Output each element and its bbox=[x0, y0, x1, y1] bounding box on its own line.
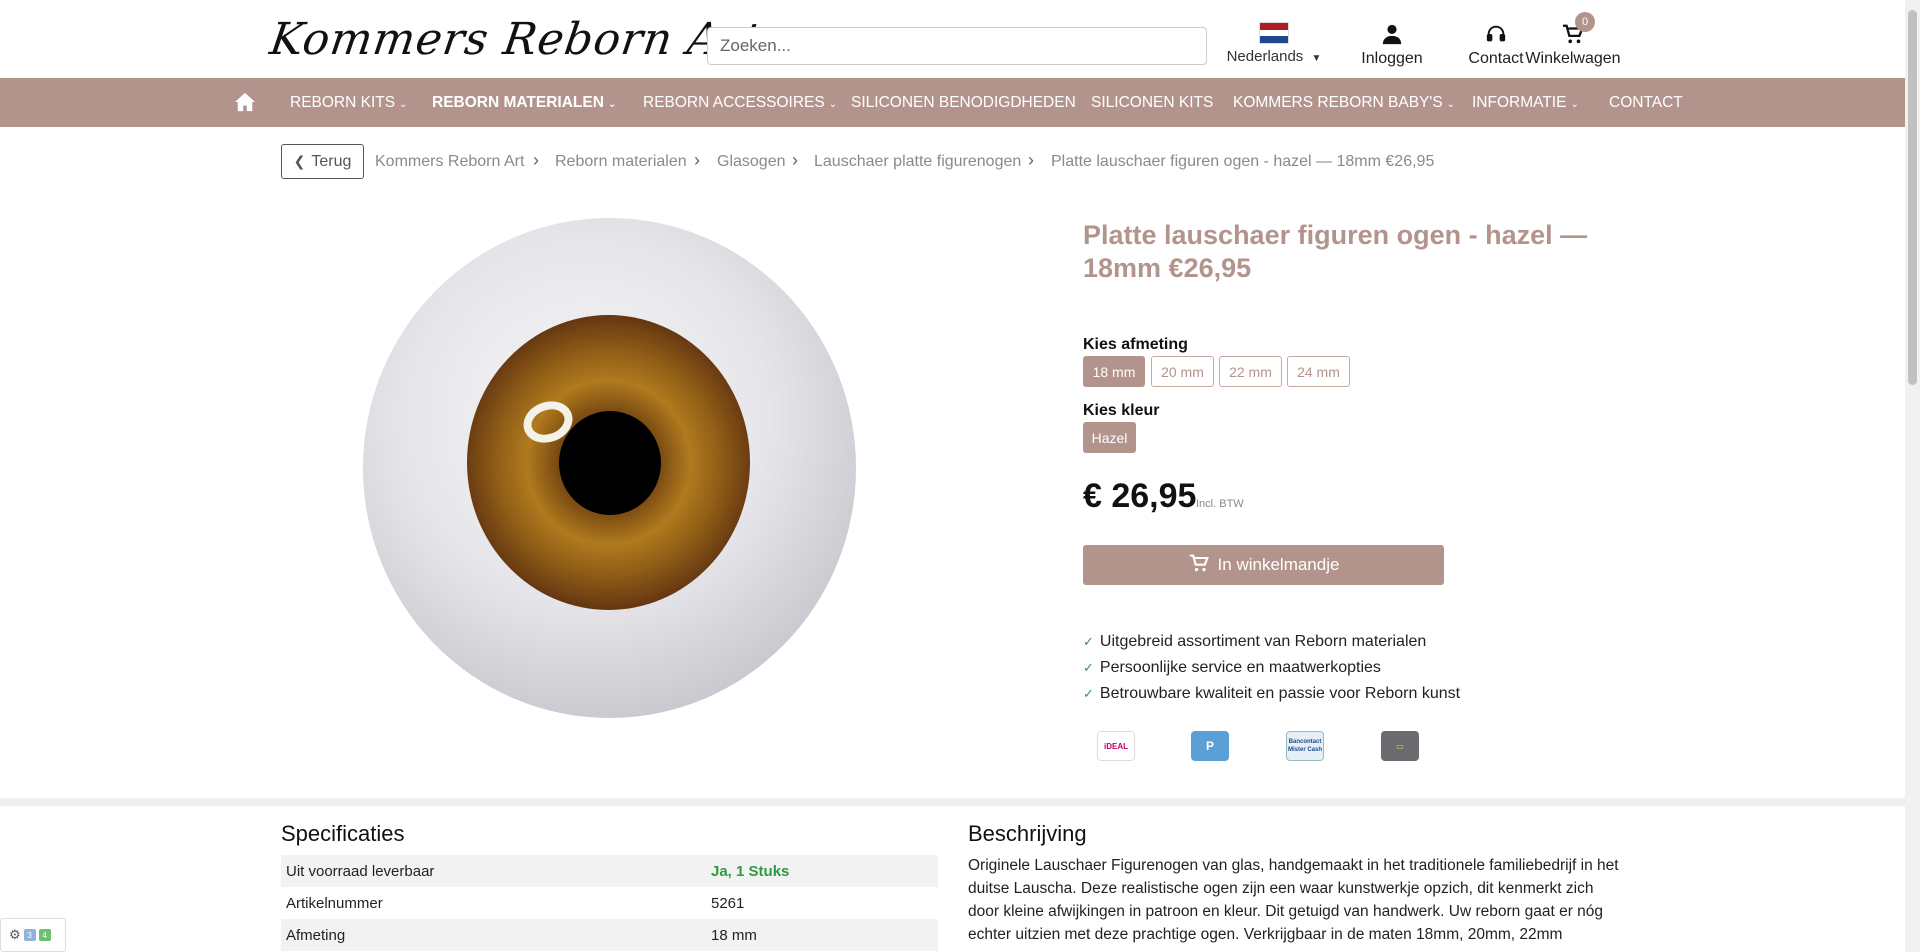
nav-item-label: REBORN ACCESSOIRES bbox=[643, 94, 825, 111]
product-image[interactable] bbox=[363, 218, 856, 718]
cart-count-badge: 0 bbox=[1575, 12, 1595, 32]
size-option-20mm[interactable]: 20 mm bbox=[1151, 356, 1214, 387]
chevron-right-icon: › bbox=[694, 150, 700, 170]
nav-item-contact[interactable]: CONTACT bbox=[1609, 78, 1683, 127]
spec-value: 18 mm bbox=[706, 919, 938, 951]
widget-badge: 4 bbox=[38, 929, 51, 941]
color-label: Kies kleur bbox=[1083, 402, 1160, 419]
product-title: Platte lauschaer figuren ogen - hazel — … bbox=[1083, 220, 1588, 283]
check-icon: ✓ bbox=[1083, 686, 1094, 701]
check-icon: ✓ bbox=[1083, 634, 1094, 649]
spec-label: Uit voorraad leverbaar bbox=[281, 855, 706, 887]
chevron-right-icon: › bbox=[792, 150, 798, 170]
usp-item: ✓ Uitgebreid assortiment van Reborn mater… bbox=[1083, 633, 1426, 651]
language-label: Nederlands bbox=[1226, 48, 1304, 65]
specs-title: Specificaties bbox=[281, 821, 405, 846]
nav-item-label: REBORN MATERIALEN bbox=[432, 94, 604, 111]
usp-item: ✓ Persoonlijke service en maatwerkopties bbox=[1083, 659, 1381, 677]
chevron-down-icon: ⌄ bbox=[607, 99, 617, 110]
add-to-cart-button[interactable]: In winkelmandje bbox=[1083, 545, 1444, 585]
chevron-down-icon: ▼ bbox=[1311, 53, 1322, 64]
nav-item-label: SILICONEN KITS bbox=[1091, 94, 1214, 111]
nav-item-label: REBORN KITS bbox=[290, 94, 396, 111]
breadcrumb-item-current: Platte lauschaer figuren ogen - hazel — … bbox=[1051, 153, 1435, 170]
spec-value-stock: Ja, 1 Stuks bbox=[706, 855, 938, 887]
chevron-right-icon: › bbox=[533, 150, 539, 170]
login-button[interactable]: Inloggen bbox=[1352, 20, 1432, 68]
ideal-icon: iDEAL bbox=[1097, 731, 1135, 761]
login-label: Inloggen bbox=[1361, 50, 1423, 67]
table-row: Artikelnummer 5261 bbox=[281, 887, 938, 919]
size-option-22mm[interactable]: 22 mm bbox=[1219, 356, 1282, 387]
page-scrollbar[interactable] bbox=[1905, 0, 1920, 952]
breadcrumb-item-home[interactable]: Kommers Reborn Art bbox=[375, 153, 524, 171]
nav-item-label: CONTACT bbox=[1609, 94, 1683, 111]
gear-icon: ⚙ bbox=[9, 927, 21, 942]
breadcrumb-item-reborn-materialen[interactable]: Reborn materialen bbox=[555, 153, 687, 171]
size-option-24mm[interactable]: 24 mm bbox=[1287, 356, 1350, 387]
settings-widget[interactable]: ⚙ 3 4 bbox=[0, 918, 66, 952]
add-to-cart-label: In winkelmandje bbox=[1217, 555, 1340, 574]
home-icon[interactable] bbox=[234, 92, 256, 117]
size-option-18mm[interactable]: 18 mm bbox=[1083, 356, 1145, 387]
usp-text: Uitgebreid assortiment van Reborn materi… bbox=[1099, 633, 1427, 650]
usp-item: ✓ Betrouwbare kwaliteit en passie voor Re… bbox=[1083, 685, 1460, 703]
eye-pupil bbox=[559, 411, 661, 515]
usp-text: Persoonlijke service en maatwerkopties bbox=[1099, 659, 1381, 676]
description-title: Beschrijving bbox=[968, 821, 1087, 846]
chevron-right-icon: › bbox=[1028, 150, 1034, 170]
nav-item-siliconen-kits[interactable]: SILICONEN KITS bbox=[1091, 78, 1213, 127]
cart-button[interactable]: 0 Winkelwagen bbox=[1523, 12, 1623, 68]
paypal-icon: P bbox=[1191, 731, 1229, 761]
nav-item-label: INFORMATIE bbox=[1472, 94, 1567, 111]
table-row: Afmeting 18 mm bbox=[281, 919, 938, 951]
chevron-down-icon: ⌄ bbox=[828, 99, 838, 110]
chevron-down-icon: ⌄ bbox=[399, 99, 408, 110]
dutch-flag-icon bbox=[1259, 22, 1289, 44]
scrollbar-thumb[interactable] bbox=[1908, 10, 1917, 385]
breadcrumb-item-glasogen[interactable]: Glasogen bbox=[717, 153, 786, 171]
spec-label: Afmeting bbox=[281, 919, 706, 951]
site-logo[interactable]: Kommers Reborn Art bbox=[266, 14, 765, 70]
site-header: Kommers Reborn Art Nederlands ▼ Inloggen… bbox=[0, 0, 1905, 78]
cart-label: Winkelwagen bbox=[1525, 50, 1621, 67]
product-price: € 26,95 bbox=[1083, 477, 1197, 515]
spec-value: 5261 bbox=[711, 894, 745, 912]
nav-item-label: KOMMERS REBORN BABY'S bbox=[1233, 94, 1443, 111]
eye-iris bbox=[467, 315, 750, 610]
spec-label: Artikelnummer bbox=[286, 894, 383, 912]
credit-card-icon: ▭ bbox=[1381, 731, 1419, 761]
table-row: Uit voorraad leverbaar Ja, 1 Stuks bbox=[281, 855, 938, 887]
nav-item-kommers-reborn-babys[interactable]: KOMMERS REBORN BABY'S ⌄ bbox=[1233, 78, 1455, 127]
language-selector[interactable]: Nederlands ▼ bbox=[1222, 22, 1326, 65]
vat-note: Incl. BTW bbox=[1196, 498, 1244, 510]
description-text: Originele Lauschaer Figurenogen van glas… bbox=[968, 857, 1619, 943]
contact-label: Contact bbox=[1468, 50, 1524, 67]
cart-icon bbox=[1188, 553, 1210, 578]
bancontact-icon: Bancontact Mister Cash bbox=[1286, 731, 1324, 761]
cart-icon bbox=[1523, 20, 1623, 48]
search-input[interactable] bbox=[707, 27, 1207, 65]
chevron-left-icon: ❮ bbox=[293, 153, 306, 169]
back-button[interactable]: ❮ Terug bbox=[281, 144, 364, 179]
chevron-down-icon: ⌄ bbox=[1570, 99, 1579, 110]
nav-item-siliconen-benodigdheden[interactable]: SILICONEN BENODIGDHEDEN bbox=[851, 78, 1076, 127]
nav-item-informatie[interactable]: INFORMATIE ⌄ bbox=[1472, 78, 1579, 127]
widget-badge: 3 bbox=[23, 929, 36, 941]
section-divider bbox=[0, 798, 1905, 806]
user-icon bbox=[1352, 20, 1432, 48]
check-icon: ✓ bbox=[1083, 660, 1094, 675]
nav-item-reborn-kits[interactable]: REBORN KITS ⌄ bbox=[290, 78, 407, 127]
nav-item-reborn-materialen[interactable]: REBORN MATERIALEN ⌄ bbox=[432, 78, 616, 127]
usp-text: Betrouwbare kwaliteit en passie voor Reb… bbox=[1099, 685, 1461, 702]
back-label: Terug bbox=[311, 152, 352, 170]
nav-item-reborn-accessoires[interactable]: REBORN ACCESSOIRES ⌄ bbox=[643, 78, 837, 127]
specs-table: Uit voorraad leverbaar Ja, 1 Stuks Artik… bbox=[281, 855, 938, 951]
color-option-hazel[interactable]: Hazel bbox=[1083, 422, 1136, 453]
chevron-down-icon: ⌄ bbox=[1446, 99, 1456, 110]
nav-item-label: SILICONEN BENODIGDHEDEN bbox=[851, 94, 1076, 111]
main-navbar: REBORN KITS ⌄ REBORN MATERIALEN ⌄ REBORN A… bbox=[0, 78, 1905, 127]
breadcrumb-item-lauschaer[interactable]: Lauschaer platte figurenogen bbox=[814, 153, 1021, 171]
size-label: Kies afmeting bbox=[1083, 336, 1188, 353]
